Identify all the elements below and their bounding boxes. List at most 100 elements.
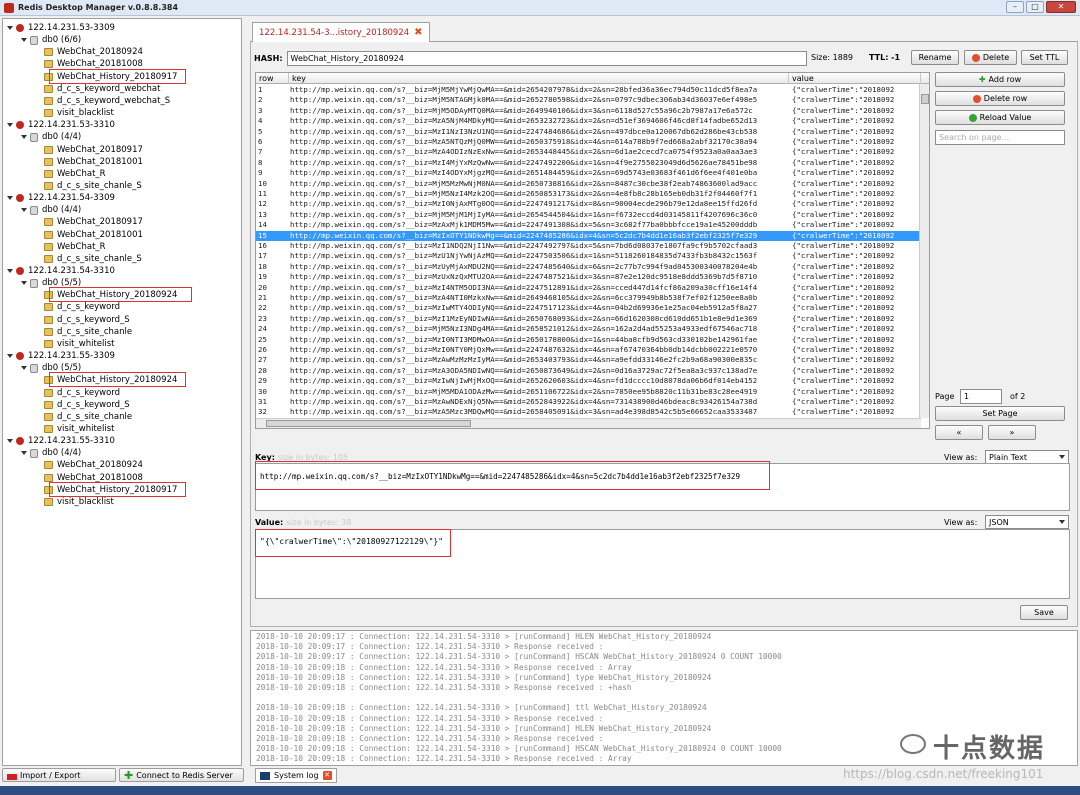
expand-arrow-icon[interactable] <box>7 354 13 359</box>
close-tab-icon[interactable]: ✕ <box>322 771 332 780</box>
table-row[interactable]: 26 http://mp.weixin.qq.com/s?__biz=MzI0NT… <box>256 345 920 355</box>
connection-tree[interactable]: 122.14.231.53-3309 db0 (6/6) WebChat_20180… <box>2 18 242 766</box>
tree-key[interactable]: d_c_s_keyword <box>35 387 120 399</box>
tree-key[interactable]: d_c_s_site_chanle <box>35 411 132 423</box>
table-row[interactable]: 1 http://mp.weixin.qq.com/s?__biz=MjM5MjY… <box>256 85 920 95</box>
tree-server[interactable]: 122.14.231.55-3310 <box>7 435 115 447</box>
table-row[interactable]: 18 http://mp.weixin.qq.com/s?__biz=MzUyMj… <box>256 262 920 272</box>
minimize-button[interactable]: – <box>1006 1 1024 13</box>
tree-key[interactable]: d_c_s_keyword_S <box>35 399 130 411</box>
table-row[interactable]: 6 http://mp.weixin.qq.com/s?__biz=MzA5NTQ… <box>256 137 920 147</box>
search-input[interactable]: Search on page... <box>935 130 1065 145</box>
tree-key[interactable]: WebChat_20181001 <box>35 156 143 168</box>
table-row[interactable]: 24 http://mp.weixin.qq.com/s?__biz=MjM5Nz… <box>256 324 920 334</box>
table-row[interactable]: 11 http://mp.weixin.qq.com/s?__biz=MjM5Nz… <box>256 189 920 199</box>
page-number-input[interactable]: 1 <box>960 389 1002 404</box>
table-row[interactable]: 21 http://mp.weixin.qq.com/s?__biz=MzA4NT… <box>256 293 920 303</box>
save-button[interactable]: Save <box>1020 605 1068 620</box>
key-name-field[interactable]: WebChat_History_20180924 <box>286 50 807 66</box>
expand-arrow-icon[interactable] <box>21 451 27 456</box>
tab-system-log[interactable]: System log ✕ <box>255 768 337 783</box>
close-window-button[interactable]: ✕ <box>1046 1 1076 13</box>
tree-key[interactable]: WebChat_20180917 <box>35 144 143 156</box>
table-row[interactable]: 15 http://mp.weixin.qq.com/s?__biz=MzIxOT… <box>256 230 920 241</box>
table-row[interactable]: 30 http://mp.weixin.qq.com/s?__biz=MjM5MD… <box>256 387 920 397</box>
rename-button[interactable]: Rename <box>911 50 959 65</box>
expand-arrow-icon[interactable] <box>21 135 27 140</box>
reload-value-button[interactable]: Reload Value <box>935 110 1065 125</box>
value-view-as-select[interactable]: JSON <box>985 515 1069 529</box>
table-row[interactable]: 23 http://mp.weixin.qq.com/s?__biz=MzI1Mz… <box>256 314 920 324</box>
table-row[interactable]: 3 http://mp.weixin.qq.com/s?__biz=MjM5ODA… <box>256 106 920 116</box>
column-header-key[interactable]: key <box>289 73 789 84</box>
table-row[interactable]: 28 http://mp.weixin.qq.com/s?__biz=MzA3OD… <box>256 366 920 376</box>
prev-page-button[interactable]: « <box>935 425 983 440</box>
tree-key[interactable]: d_c_s_keyword_webchat <box>35 83 160 95</box>
tab-key[interactable]: 122.14.231.54-3...istory_20180924 ✖ <box>252 22 430 42</box>
tree-key[interactable]: WebChat_20180924 <box>35 46 143 58</box>
expand-arrow-icon[interactable] <box>7 439 13 444</box>
table-row[interactable]: 9 http://mp.weixin.qq.com/s?__biz=MzI4ODY… <box>256 168 920 178</box>
tree-key[interactable]: visit_whitelist <box>35 423 115 435</box>
delete-key-button[interactable]: Delete <box>964 50 1017 65</box>
tree-key[interactable]: d_c_s_site_chanle <box>35 326 132 338</box>
column-header-row[interactable]: row <box>256 73 289 84</box>
expand-arrow-icon[interactable] <box>7 26 13 30</box>
table-row[interactable]: 27 http://mp.weixin.qq.com/s?__biz=MzAwMz… <box>256 355 920 365</box>
tree-key[interactable]: WebChat_R <box>35 168 106 180</box>
table-row[interactable]: 5 http://mp.weixin.qq.com/s?__biz=MzI1NzI… <box>256 127 920 137</box>
close-tab-icon[interactable]: ✖ <box>414 27 422 38</box>
scroll-thumb[interactable] <box>266 420 471 427</box>
table-row[interactable]: 12 http://mp.weixin.qq.com/s?__biz=MzI0Nj… <box>256 199 920 209</box>
table-row[interactable]: 16 http://mp.weixin.qq.com/s?__biz=MzI1ND… <box>256 241 920 251</box>
key-view-as-select[interactable]: Plain Text <box>985 450 1069 464</box>
tree-key[interactable]: visit_blacklist <box>35 496 114 508</box>
table-row[interactable]: 14 http://mp.weixin.qq.com/s?__biz=MzAxMj… <box>256 220 920 230</box>
tree-key[interactable]: d_c_s_keyword <box>35 301 120 313</box>
table-row[interactable]: 32 http://mp.weixin.qq.com/s?__biz=MzA5Mz… <box>256 407 920 417</box>
connect-server-button[interactable]: ✚ Connect to Redis Server <box>119 768 244 782</box>
tree-key[interactable]: d_c_s_site_chanle_S <box>35 180 142 192</box>
tree-key[interactable]: d_c_s_site_chanle_S <box>35 253 142 265</box>
expand-arrow-icon[interactable] <box>7 196 13 201</box>
tree-server[interactable]: 122.14.231.53-3309 <box>7 22 115 34</box>
expand-arrow-icon[interactable] <box>7 123 13 128</box>
tree-key[interactable]: WebChat_20180924 <box>35 459 143 471</box>
scroll-thumb[interactable] <box>921 94 929 104</box>
expand-arrow-icon[interactable] <box>21 38 27 43</box>
table-row[interactable]: 10 http://mp.weixin.qq.com/s?__biz=MjM5Mz… <box>256 179 920 189</box>
tree-database[interactable]: db0 (4/4) <box>21 447 81 459</box>
expand-arrow-icon[interactable] <box>21 281 27 286</box>
expand-arrow-icon[interactable] <box>7 269 13 273</box>
tree-database[interactable]: db0 (4/4) <box>21 204 81 216</box>
hash-table[interactable]: row key value 1 http://mp.weixin.qq.com/s… <box>255 72 930 429</box>
table-row[interactable]: 8 http://mp.weixin.qq.com/s?__biz=MzI4MjY… <box>256 158 920 168</box>
tree-server[interactable]: 122.14.231.55-3309 <box>7 350 115 362</box>
table-row[interactable]: 4 http://mp.weixin.qq.com/s?__biz=MzA5NjM… <box>256 116 920 126</box>
tree-server[interactable]: 122.14.231.54-3310 <box>7 265 115 277</box>
tree-key[interactable]: WebChat_20181001 <box>35 229 143 241</box>
tree-server[interactable]: 122.14.231.53-3310 <box>7 119 115 131</box>
tree-server[interactable]: 122.14.231.54-3309 <box>7 192 115 204</box>
table-row[interactable]: 20 http://mp.weixin.qq.com/s?__biz=MzI4NT… <box>256 283 920 293</box>
table-row[interactable]: 7 http://mp.weixin.qq.com/s?__biz=MzA4ODI… <box>256 147 920 157</box>
table-row[interactable]: 2 http://mp.weixin.qq.com/s?__biz=MjM5NTA… <box>256 95 920 105</box>
table-vertical-scrollbar[interactable] <box>919 84 929 418</box>
table-row[interactable]: 17 http://mp.weixin.qq.com/s?__biz=MzU1Nj… <box>256 251 920 261</box>
import-export-button[interactable]: Import / Export <box>2 768 116 782</box>
expand-arrow-icon[interactable] <box>21 366 27 371</box>
tree-key[interactable]: visit_whitelist <box>35 338 115 350</box>
tree-database[interactable]: db0 (6/6) <box>21 34 81 46</box>
table-row[interactable]: 25 http://mp.weixin.qq.com/s?__biz=MzI0NT… <box>256 335 920 345</box>
column-header-value[interactable]: value <box>789 73 921 84</box>
expand-arrow-icon[interactable] <box>21 208 27 213</box>
table-row[interactable]: 22 http://mp.weixin.qq.com/s?__biz=MzIwMT… <box>256 303 920 313</box>
tree-key[interactable]: visit_blacklist <box>35 107 114 119</box>
tree-database[interactable]: db0 (4/4) <box>21 131 81 143</box>
table-row[interactable]: 19 http://mp.weixin.qq.com/s?__biz=MzUxNz… <box>256 272 920 282</box>
tree-key[interactable]: d_c_s_keyword_webchat_S <box>35 95 170 107</box>
tree-key[interactable]: d_c_s_keyword_S <box>35 314 130 326</box>
table-row[interactable]: 13 http://mp.weixin.qq.com/s?__biz=MjM5Mj… <box>256 210 920 220</box>
tree-key[interactable]: WebChat_R <box>35 241 106 253</box>
add-row-button[interactable]: ✚ Add row <box>935 72 1065 87</box>
